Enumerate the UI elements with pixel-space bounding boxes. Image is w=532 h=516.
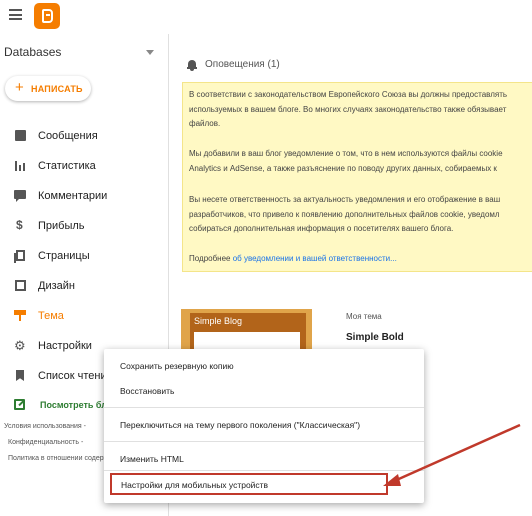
annotation-arrow <box>383 423 521 486</box>
